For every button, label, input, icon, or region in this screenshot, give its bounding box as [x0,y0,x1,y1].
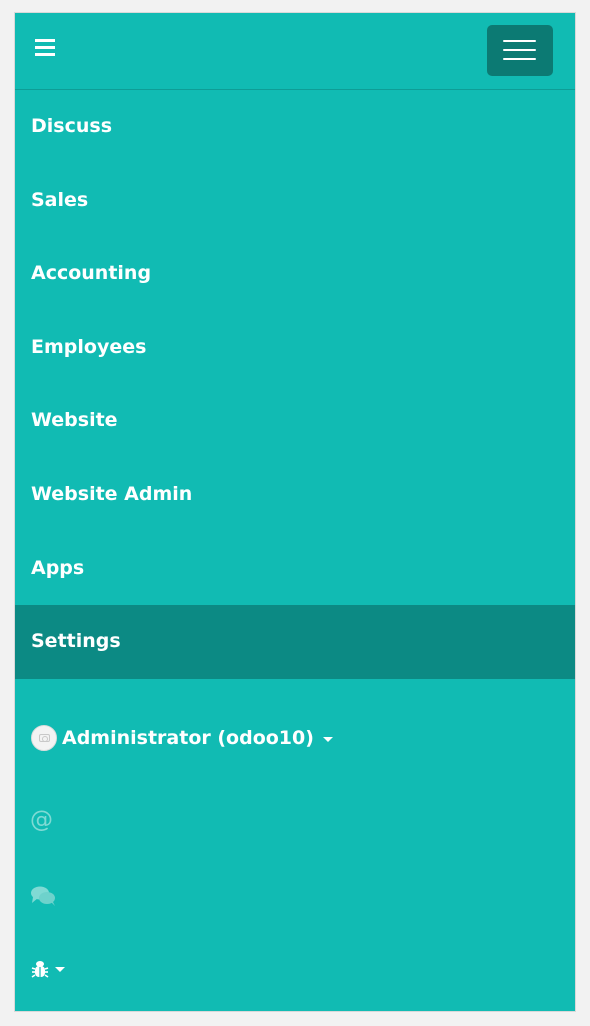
menu-item-website-admin[interactable]: Website Admin [15,458,575,532]
menu-item-sales[interactable]: Sales [15,164,575,238]
caret-down-icon [322,736,333,742]
menu-item-employees[interactable]: Employees [15,311,575,385]
mobile-navbar: Discuss Sales Accounting Employees Websi… [14,12,576,1012]
menu-item-apps[interactable]: Apps [15,532,575,606]
mentions-icon[interactable]: @ [30,807,53,833]
navbar-toggle-button[interactable] [487,25,553,76]
debug-menu[interactable] [31,959,65,979]
hamburger-icon [503,40,536,42]
menu-item-settings[interactable]: Settings [15,605,575,679]
bug-icon [31,961,49,978]
apps-menu-icon[interactable] [35,39,57,59]
chat-icon[interactable] [30,885,58,907]
app-menu: Discuss Sales Accounting Employees Websi… [15,90,575,679]
menu-item-website[interactable]: Website [15,384,575,458]
user-avatar-icon [31,725,57,751]
menu-item-discuss[interactable]: Discuss [15,90,575,164]
user-name: Administrator (odoo10) [62,727,314,749]
navbar-header [15,13,575,90]
menu-item-accounting[interactable]: Accounting [15,237,575,311]
comments-icon [31,886,55,906]
user-menu[interactable]: Administrator (odoo10) [31,721,333,755]
caret-down-icon [55,966,65,972]
